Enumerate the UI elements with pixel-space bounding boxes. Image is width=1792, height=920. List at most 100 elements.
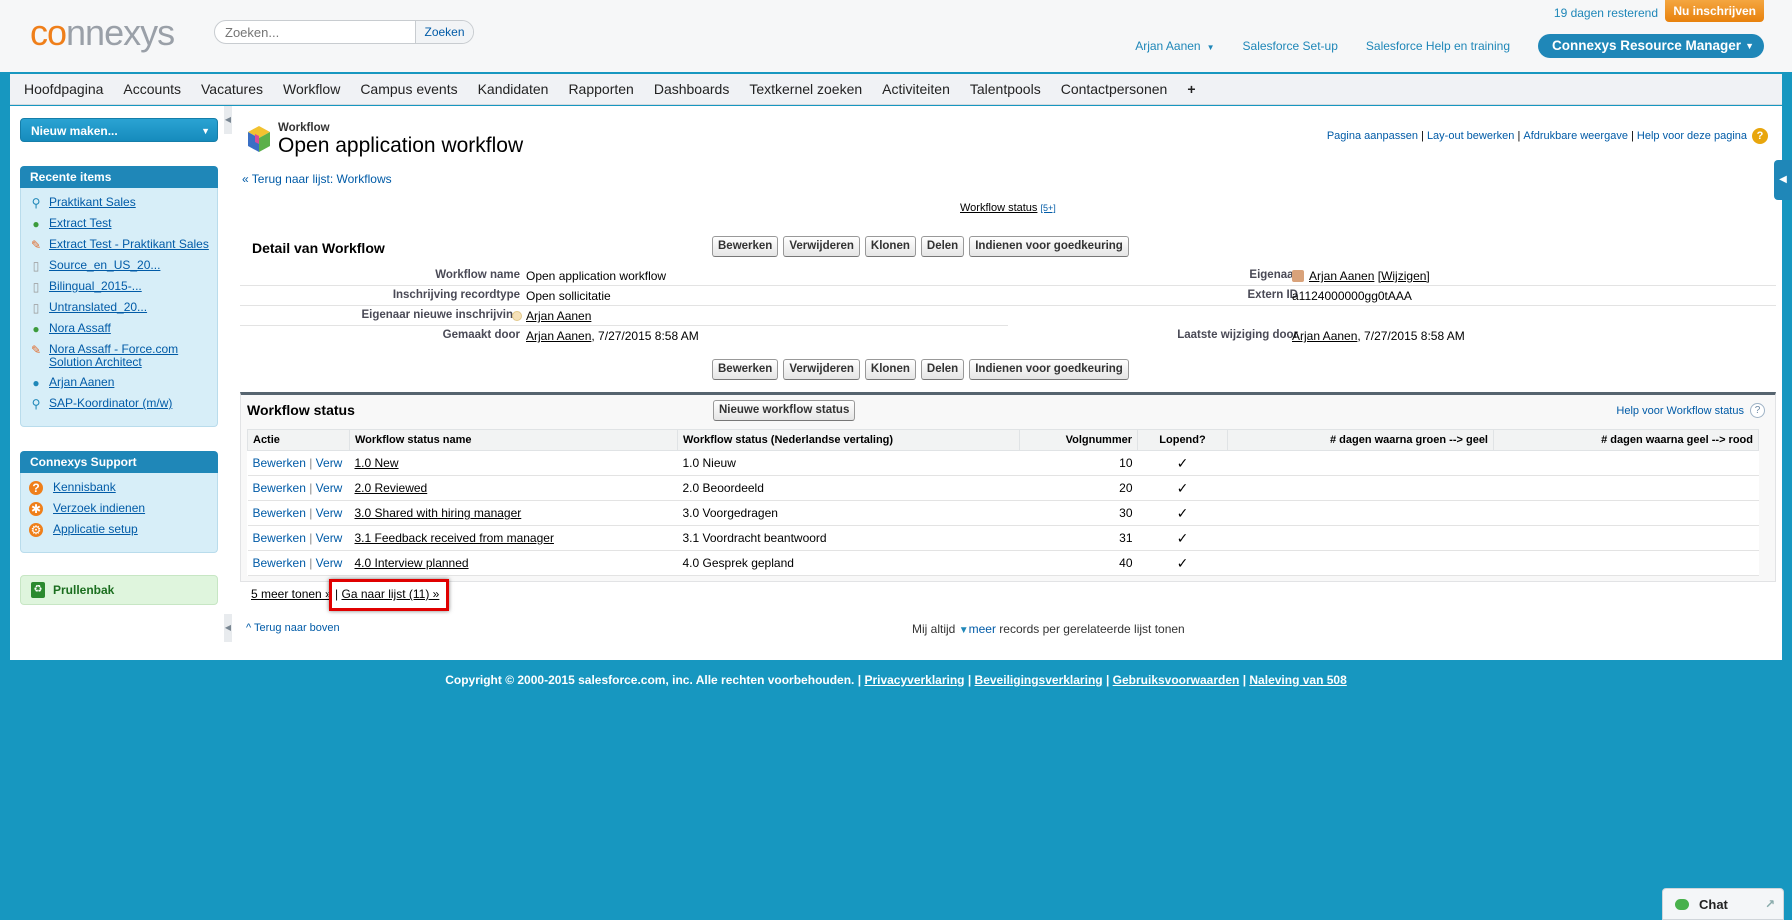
privacy-link[interactable]: Privacyverklaring <box>864 673 964 687</box>
new-owner-link[interactable]: Arjan Aanen <box>526 309 591 323</box>
printable-view-link[interactable]: Afdrukbare weergave <box>1523 130 1628 142</box>
tab-campus-events[interactable]: Campus events <box>360 81 457 97</box>
tab-talentpools[interactable]: Talentpools <box>970 81 1041 97</box>
tab-vacatures[interactable]: Vacatures <box>201 81 263 97</box>
recycle-bin[interactable]: ♻ Prullenbak <box>20 575 218 605</box>
row-edit-link[interactable]: Bewerken <box>253 531 306 545</box>
triangle-down-icon[interactable]: ▼ <box>959 625 969 636</box>
user-menu[interactable]: Arjan Aanen ▼ <box>1135 39 1214 53</box>
share-button[interactable]: Delen <box>920 236 965 257</box>
security-link[interactable]: Beveiligingsverklaring <box>975 673 1103 687</box>
row-edit-link[interactable]: Bewerken <box>253 456 306 470</box>
recent-item[interactable]: ✎ Nora Assaff - Force.com Solution Archit… <box>29 343 209 369</box>
row-delete-link[interactable]: Verw <box>316 481 343 495</box>
sidebar-collapse-handle-bottom[interactable]: ◀ <box>224 614 232 642</box>
created-by-link[interactable]: Arjan Aanen <box>526 329 591 343</box>
subscribe-button[interactable]: Nu inschrijven <box>1665 0 1764 22</box>
expand-icon[interactable]: ↗ <box>1765 897 1775 911</box>
row-delete-link[interactable]: Verw <box>316 531 343 545</box>
right-panel-toggle[interactable]: ◀ <box>1774 160 1792 200</box>
recent-item[interactable]: ✎ Extract Test - Praktikant Sales <box>29 238 209 253</box>
recent-item[interactable]: ▯ Source_en_US_20... <box>29 259 209 274</box>
new-workflow-status-button[interactable]: Nieuwe workflow status <box>713 400 856 421</box>
recent-item[interactable]: ● Arjan Aanen <box>29 376 209 391</box>
sidebar-collapse-handle[interactable]: ◀ <box>224 106 232 134</box>
support-item-request[interactable]: ✱ Verzoek indienen <box>29 502 209 516</box>
page-help-link[interactable]: Help voor deze pagina <box>1637 130 1747 142</box>
recent-item[interactable]: ● Extract Test <box>29 217 209 232</box>
always-show-more-link[interactable]: meer <box>969 622 996 636</box>
tab-textkernel-zoeken[interactable]: Textkernel zoeken <box>749 81 862 97</box>
delete-button[interactable]: Verwijderen <box>783 236 860 257</box>
row-delete-link[interactable]: Verw <box>316 556 343 570</box>
related-help-link[interactable]: Help voor Workflow status <box>1616 405 1744 417</box>
tab-hoofdpagina[interactable]: Hoofdpagina <box>24 81 103 97</box>
tab-dashboards[interactable]: Dashboards <box>654 81 730 97</box>
help-icon[interactable]: ? <box>1750 403 1765 418</box>
app-switcher[interactable]: Connexys Resource Manager ▼ <box>1538 34 1764 58</box>
create-new-button[interactable]: Nieuw maken... ▼ <box>20 118 218 142</box>
recent-item[interactable]: ▯ Untranslated_20... <box>29 301 209 316</box>
setup-link[interactable]: Salesforce Set-up <box>1243 39 1338 53</box>
search-input[interactable] <box>215 21 415 43</box>
column-header[interactable]: Volgnummer <box>1019 429 1138 451</box>
edit-button[interactable]: Bewerken <box>712 359 779 380</box>
connexys-logo[interactable]: connexys <box>30 12 175 54</box>
help-training-link[interactable]: Salesforce Help en training <box>1366 39 1510 53</box>
status-name-link[interactable]: 1.0 New <box>355 456 399 470</box>
edit-button[interactable]: Bewerken <box>712 236 779 257</box>
recent-item[interactable]: ● Nora Assaff <box>29 322 209 337</box>
clone-button[interactable]: Klonen <box>864 359 916 380</box>
tab-activiteiten[interactable]: Activiteiten <box>882 81 950 97</box>
status-name-link[interactable]: 3.0 Shared with hiring manager <box>355 506 522 520</box>
terms-link[interactable]: Gebruiksvoorwaarden <box>1113 673 1240 687</box>
column-header[interactable]: Actie <box>247 429 350 451</box>
row-delete-link[interactable]: Verw <box>316 456 343 470</box>
clone-button[interactable]: Klonen <box>864 236 916 257</box>
tab-accounts[interactable]: Accounts <box>123 81 181 97</box>
owner-link[interactable]: Arjan Aanen <box>1309 269 1374 283</box>
recent-item[interactable]: ⚲ Praktikant Sales <box>29 196 209 211</box>
tab-kandidaten[interactable]: Kandidaten <box>478 81 549 97</box>
status-name-link[interactable]: 4.0 Interview planned <box>355 556 469 570</box>
column-header[interactable]: Lopend? <box>1137 429 1228 451</box>
document-icon: ▯ <box>32 301 40 315</box>
row-delete-link[interactable]: Verw <box>316 506 343 520</box>
related-list-hover-link[interactable]: Workflow status [5+] <box>960 202 1056 214</box>
back-to-top-link[interactable]: ^ Terug naar boven <box>246 622 340 634</box>
column-header[interactable]: # dagen waarna groen --> geel <box>1227 429 1494 451</box>
row-edit-link[interactable]: Bewerken <box>253 506 306 520</box>
status-name-link[interactable]: 3.1 Feedback received from manager <box>355 531 554 545</box>
status-name-link[interactable]: 2.0 Reviewed <box>355 481 428 495</box>
all-tabs-plus-icon[interactable]: + <box>1187 81 1195 97</box>
search-box: Zoeken <box>214 20 474 44</box>
share-button[interactable]: Delen <box>920 359 965 380</box>
customize-page-link[interactable]: Pagina aanpassen <box>1327 130 1418 142</box>
tab-rapporten[interactable]: Rapporten <box>568 81 633 97</box>
status-name-cell: 3.1 Feedback received from manager <box>349 525 678 551</box>
submit-for-approval-button[interactable]: Indienen voor goedkeuring <box>969 236 1129 257</box>
column-header[interactable]: Workflow status (Nederlandse vertaling) <box>677 429 1020 451</box>
show-more-link[interactable]: 5 meer tonen » <box>251 587 332 601</box>
row-edit-link[interactable]: Bewerken <box>253 556 306 570</box>
help-icon[interactable]: ? <box>1752 128 1768 144</box>
search-button[interactable]: Zoeken <box>415 21 473 43</box>
column-header[interactable]: # dagen waarna geel --> rood <box>1493 429 1759 451</box>
change-owner-link[interactable]: [Wijzigen] <box>1378 269 1430 283</box>
section-508-link[interactable]: Naleving van 508 <box>1249 673 1346 687</box>
tab-workflow[interactable]: Workflow <box>283 81 340 97</box>
support-item-setup[interactable]: ⚙ Applicatie setup <box>29 523 209 537</box>
row-edit-link[interactable]: Bewerken <box>253 481 306 495</box>
delete-button[interactable]: Verwijderen <box>783 359 860 380</box>
chat-widget[interactable]: Chat ↗ <box>1662 888 1784 920</box>
submit-for-approval-button[interactable]: Indienen voor goedkeuring <box>969 359 1129 380</box>
recent-item[interactable]: ⚲ SAP-Koordinator (m/w) <box>29 397 209 412</box>
info-icon[interactable] <box>512 311 522 321</box>
support-item-kennisbank[interactable]: ? Kennisbank <box>29 481 209 495</box>
modified-by-link[interactable]: Arjan Aanen <box>1292 329 1357 343</box>
recent-item[interactable]: ▯ Bilingual_2015-... <box>29 280 209 295</box>
tab-contactpersonen[interactable]: Contactpersonen <box>1061 81 1168 97</box>
edit-layout-link[interactable]: Lay-out bewerken <box>1427 130 1514 142</box>
column-header[interactable]: Workflow status name <box>349 429 678 451</box>
back-to-list-link[interactable]: « Terug naar lijst: Workflows <box>242 172 392 186</box>
